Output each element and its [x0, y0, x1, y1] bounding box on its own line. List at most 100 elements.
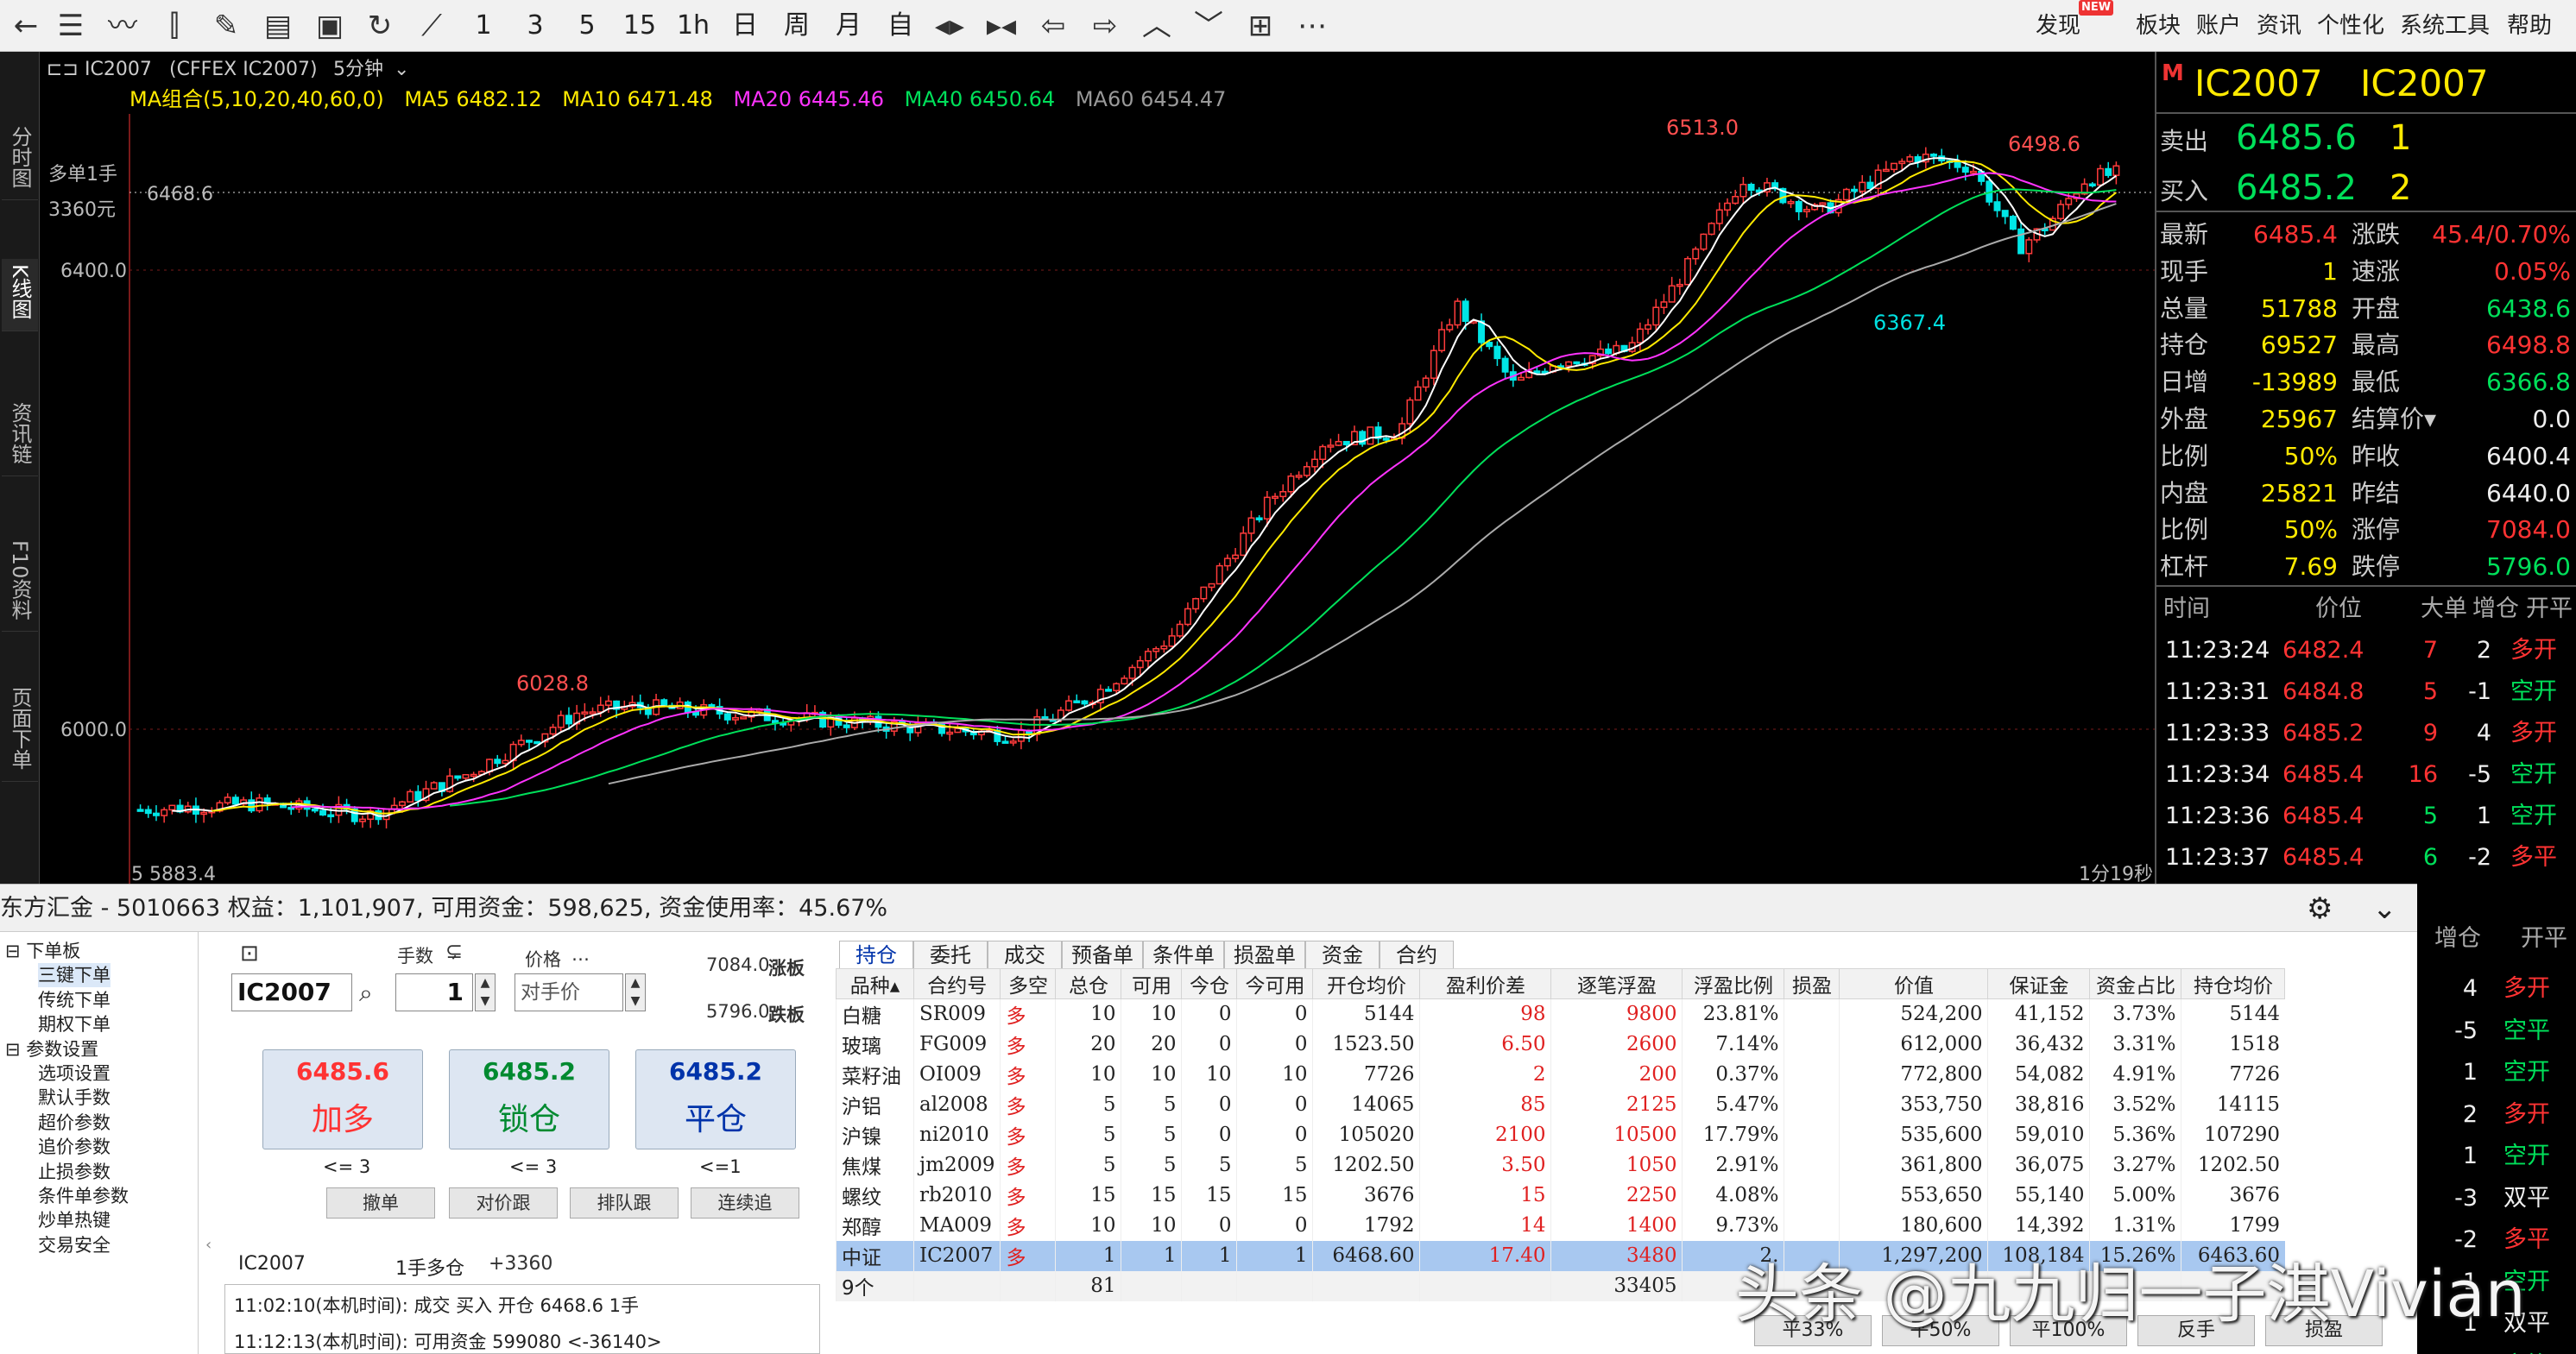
chevron-down-icon[interactable]: ⌄ [394, 57, 409, 83]
period-1h-button[interactable]: 1h [673, 7, 713, 45]
qty-reset-icon[interactable]: ⊊ [445, 939, 463, 963]
column-header[interactable]: 多空 [1000, 968, 1057, 999]
tree-item[interactable]: 交易安全 [38, 1233, 110, 1257]
tab-time-chart[interactable]: 分时图 [2, 121, 38, 200]
column-header[interactable]: 品种▴ [836, 968, 914, 999]
tree-item[interactable]: 追价参数 [38, 1135, 110, 1159]
column-header[interactable]: 今可用 [1236, 968, 1314, 999]
menu-system-tools[interactable]: 系统工具 [2400, 9, 2490, 43]
continuous-chase-button[interactable]: 连续追 [691, 1187, 799, 1219]
tab-page-order[interactable]: 页面下单 [2, 682, 38, 782]
cancel-order-button[interactable]: 撤单 [326, 1187, 435, 1219]
positions-tab[interactable]: 损盈单 [1224, 941, 1305, 968]
column-header[interactable]: 逐笔浮盈 [1550, 968, 1683, 999]
menu-help[interactable]: 帮助 [2507, 9, 2552, 43]
period-month-button[interactable]: 月 [829, 7, 868, 45]
menu-personalize[interactable]: 个性化 [2317, 9, 2384, 43]
column-header[interactable]: 浮盈比例 [1682, 968, 1785, 999]
ask-row[interactable]: 卖出 6485.6 1 [2156, 119, 2576, 157]
positions-tab[interactable]: 条件单 [1143, 941, 1224, 968]
arrow-left-icon[interactable]: ⇦ [1034, 7, 1072, 45]
counter-follow-button[interactable]: 对价跟 [449, 1187, 558, 1219]
column-header[interactable]: 开仓均价 [1312, 968, 1421, 999]
qty-input[interactable]: 1 [395, 973, 473, 1011]
tree-item[interactable]: ⊟ 参数设置 [5, 1037, 98, 1061]
column-header[interactable]: 合约号 [912, 968, 1001, 999]
kline-chart[interactable]: 多单1手 3360元 6468.6 6400.0 6000.0 6028.8 6… [40, 114, 2155, 884]
refresh-icon[interactable]: ↻ [361, 7, 399, 45]
period-day-button[interactable]: 日 [725, 7, 765, 45]
scroll-left-icon[interactable]: ‹ [205, 1236, 212, 1254]
positions-tab[interactable]: 合约 [1380, 941, 1454, 968]
period-3-button[interactable]: 3 [518, 7, 552, 45]
tab-kline-chart[interactable]: K线图 [2, 259, 38, 331]
arrow-up-icon[interactable]: ︿ [1138, 7, 1176, 45]
list-icon[interactable]: ☰ [52, 7, 90, 45]
period-custom-button[interactable]: 自 [881, 7, 920, 45]
search-icon[interactable]: ⌕ [359, 979, 373, 1008]
pen-icon[interactable]: ✎ [207, 7, 245, 45]
column-header[interactable]: 价值 [1839, 968, 1989, 999]
queue-follow-button[interactable]: 排队跟 [570, 1187, 679, 1219]
table-row[interactable]: 沪镍 ni2010 多 5 5 0 0 105020 2100 10500 17.79% 535,60… [836, 1119, 2285, 1150]
tree-item[interactable]: ⊟ 下单板 [5, 939, 80, 963]
table-row[interactable]: 郑醇 MA009 多 10 10 0 0 1792 14 1400 9.73% 180,600 14,3… [836, 1210, 2285, 1241]
price-mode-select[interactable]: 对手价 [515, 973, 623, 1011]
menu-discover[interactable]: 发现 [2036, 9, 2080, 43]
table-row[interactable]: 螺纹 rb2010 多 15 15 15 15 3676 15 2250 4.08% 553,650 5… [836, 1180, 2285, 1211]
table-row[interactable]: 玻璃 FG009 多 20 20 0 0 1523.50 6.50 2600 7.14% 612,00… [836, 1029, 2285, 1060]
positions-tab[interactable]: 持仓 [839, 941, 913, 968]
arrow-right-icon[interactable]: ⇨ [1086, 7, 1124, 45]
column-header[interactable]: 可用 [1121, 968, 1183, 999]
ma-group-selector[interactable]: MA组合(5,10,20,40,60,0) [129, 87, 384, 111]
column-header[interactable]: 资金占比 [2089, 968, 2182, 999]
positions-tab[interactable]: 资金 [1305, 941, 1380, 968]
column-header[interactable]: 今仓 [1181, 968, 1238, 999]
lock-icon[interactable]: ⊡ [240, 941, 259, 967]
period-1-button[interactable]: 1 [466, 7, 501, 45]
arrow-down-icon[interactable]: ﹀ [1190, 7, 1228, 45]
tree-item[interactable]: 期权下单 [38, 1012, 110, 1036]
tab-f10[interactable]: F10资料 [2, 535, 38, 633]
zoom-out-icon[interactable]: ▸◂ [982, 7, 1020, 45]
tree-item[interactable]: 条件单参数 [38, 1184, 129, 1208]
tree-item[interactable]: 默认手数 [38, 1086, 110, 1110]
tree-item[interactable]: 炒单热键 [38, 1208, 110, 1232]
tree-item[interactable]: 三键下单 [38, 963, 110, 988]
chart-period-select[interactable]: 5分钟 [333, 57, 383, 83]
column-header[interactable]: 持仓均价 [2181, 968, 2286, 999]
tree-item[interactable]: 选项设置 [38, 1061, 110, 1086]
close-position-button[interactable]: 6485.2 平仓 [635, 1049, 796, 1149]
table-row[interactable]: 沪铝 al2008 多 5 5 0 0 14065 85 2125 5.47% 353,750 38,8… [836, 1089, 2285, 1120]
column-header[interactable]: 总仓 [1055, 968, 1122, 999]
qty-stepper[interactable]: ▲ ▼ [475, 973, 496, 1011]
period-5-button[interactable]: 5 [570, 7, 604, 45]
bid-row[interactable]: 买入 6485.2 2 [2156, 169, 2576, 207]
collapse-icon[interactable]: ⌄ [2372, 885, 2397, 933]
positions-tab[interactable]: 委托 [913, 941, 988, 968]
table-row[interactable]: 焦煤 jm2009 多 5 5 5 5 1202.50 3.50 1050 2.91% 361,800… [836, 1149, 2285, 1181]
column-header[interactable]: 盈利价差 [1419, 968, 1552, 999]
menu-sector[interactable]: 板块 [2136, 9, 2181, 43]
price-stepper[interactable]: ▲ ▼ [625, 973, 646, 1011]
zoom-in-icon[interactable]: ◂▸ [931, 7, 969, 45]
draw-icon[interactable]: ⟋ [413, 7, 451, 45]
price-more-icon[interactable]: … [571, 944, 590, 965]
candle-icon[interactable]: ⫿ [155, 7, 193, 45]
menu-account[interactable]: 账户 [2196, 9, 2241, 43]
tree-item[interactable]: 止损参数 [38, 1160, 110, 1184]
contract-input[interactable]: IC2007 [231, 973, 352, 1011]
more-icon[interactable]: ⋯ [1293, 7, 1331, 45]
table-row[interactable]: 菜籽油 OI009 多 10 10 10 10 7726 2 200 0.37% 772,800 54,… [836, 1059, 2285, 1090]
column-header[interactable]: 保证金 [1987, 968, 2091, 999]
period-week-button[interactable]: 周 [777, 7, 817, 45]
positions-tab[interactable]: 成交 [988, 941, 1062, 968]
line-chart-icon[interactable]: 〰 [104, 7, 142, 45]
table-row[interactable]: 白糖 SR009 多 10 10 0 0 5144 98 9800 23.81% 524,200 41,… [836, 998, 2285, 1030]
menu-news[interactable]: 资讯 [2257, 9, 2301, 43]
table-icon[interactable]: ▤ [259, 7, 297, 45]
tab-news-chain[interactable]: 资讯链 [2, 397, 38, 476]
tree-item[interactable]: 传统下单 [38, 988, 110, 1012]
positions-tab[interactable]: 预备单 [1062, 941, 1143, 968]
layout-icon[interactable]: ⊞ [1241, 7, 1279, 45]
